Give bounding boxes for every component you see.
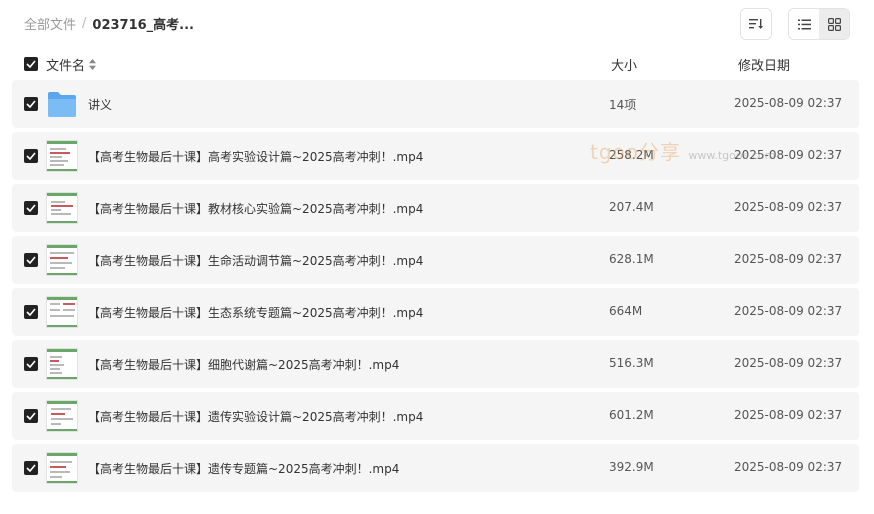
file-name[interactable]: 【高考生物最后十课】细胞代谢篇~2025高考冲刺！.mp4 [88,356,399,373]
row-checkbox[interactable] [24,409,38,423]
column-header-row: 文件名 大小 修改日期 [0,50,874,78]
file-size: 628.1M [609,252,654,266]
file-row[interactable]: 【高考生物最后十课】细胞代谢篇~2025高考冲刺！.mp4 516.3M 2025-… [12,340,859,388]
file-row[interactable]: 讲义 14项 2025-08-09 02:37 [12,80,859,128]
row-checkbox[interactable] [24,149,38,163]
folder-icon [46,88,78,120]
list-view-button[interactable] [789,9,819,39]
sort-icon [749,19,763,29]
list-view-icon [797,19,811,29]
file-row[interactable]: 【高考生物最后十课】遗传实验设计篇~2025高考冲刺！.mp4 601.2M 202… [12,392,859,440]
file-name[interactable]: 【高考生物最后十课】遗传专题篇~2025高考冲刺！.mp4 [88,460,399,477]
video-thumbnail [46,192,78,224]
file-size: 516.3M [609,356,654,370]
check-icon [26,412,36,420]
video-thumbnail [46,296,78,328]
file-name[interactable]: 讲义 [88,96,112,113]
file-row[interactable]: 【高考生物最后十课】生命活动调节篇~2025高考冲刺！.mp4 628.1M 202… [12,236,859,284]
video-thumbnail [46,400,78,432]
check-icon [26,464,36,472]
watermark: tgoo分享 www.tgoos.com [590,136,775,165]
file-date: 2025-08-09 02:37 [734,96,843,110]
file-row[interactable]: 【高考生物最后十课】遗传专题篇~2025高考冲刺！.mp4 392.9M 2025-… [12,444,859,492]
file-size: 14项 [609,98,637,112]
file-name[interactable]: 【高考生物最后十课】生命活动调节篇~2025高考冲刺！.mp4 [88,252,423,269]
file-name[interactable]: 【高考生物最后十课】生态系统专题篇~2025高考冲刺！.mp4 [88,304,423,321]
check-icon [26,256,36,264]
file-name[interactable]: 【高考生物最后十课】高考实验设计篇~2025高考冲刺！.mp4 [88,148,423,165]
row-checkbox[interactable] [24,357,38,371]
column-header-size[interactable]: 大小 [611,55,637,74]
check-icon [26,204,36,212]
file-date: 2025-08-09 02:37 [734,200,843,214]
row-checkbox[interactable] [24,253,38,267]
check-icon [26,308,36,316]
check-icon [26,100,36,108]
file-date: 2025-08-09 02:37 [734,304,843,318]
file-row[interactable]: 【高考生物最后十课】教材核心实验篇~2025高考冲刺！.mp4 207.4M 202… [12,184,859,232]
file-date: 2025-08-09 02:37 [734,252,843,266]
row-checkbox[interactable] [24,305,38,319]
video-thumbnail [46,244,78,276]
sort-toggle-icon [89,59,97,70]
watermark-brand: tgoo分享 [590,140,682,164]
select-all-checkbox[interactable] [24,57,38,71]
file-name[interactable]: 【高考生物最后十课】遗传实验设计篇~2025高考冲刺！.mp4 [88,408,423,425]
file-size: 207.4M [609,200,654,214]
video-thumbnail [46,140,78,172]
breadcrumb: 全部文件 / 023716_高考... [24,14,194,33]
watermark-url: www.tgoos.com [688,149,776,162]
breadcrumb-root-link[interactable]: 全部文件 [24,14,76,33]
file-date: 2025-08-09 02:37 [734,460,843,474]
video-thumbnail [46,452,78,484]
file-row[interactable]: 【高考生物最后十课】生态系统专题篇~2025高考冲刺！.mp4 664M 2025-… [12,288,859,336]
breadcrumb-separator: / [82,16,87,31]
sort-button[interactable] [740,8,772,40]
file-size: 392.9M [609,460,654,474]
file-size: 664M [609,304,643,318]
column-header-date[interactable]: 修改日期 [738,55,790,74]
file-date: 2025-08-09 02:37 [734,356,843,370]
check-icon [26,152,36,160]
file-size: 601.2M [609,408,654,422]
row-checkbox[interactable] [24,97,38,111]
row-checkbox[interactable] [24,201,38,215]
view-toggle [788,8,850,40]
grid-view-button[interactable] [819,9,849,39]
check-icon [26,360,36,368]
column-name-label: 文件名 [46,59,86,74]
top-bar: 全部文件 / 023716_高考... [0,0,874,48]
column-header-name[interactable]: 文件名 [46,55,97,74]
video-thumbnail [46,348,78,380]
breadcrumb-current: 023716_高考... [92,18,194,33]
file-name[interactable]: 【高考生物最后十课】教材核心实验篇~2025高考冲刺！.mp4 [88,200,423,217]
grid-view-icon [827,17,841,31]
row-checkbox[interactable] [24,461,38,475]
file-date: 2025-08-09 02:37 [734,408,843,422]
check-icon [26,60,36,68]
